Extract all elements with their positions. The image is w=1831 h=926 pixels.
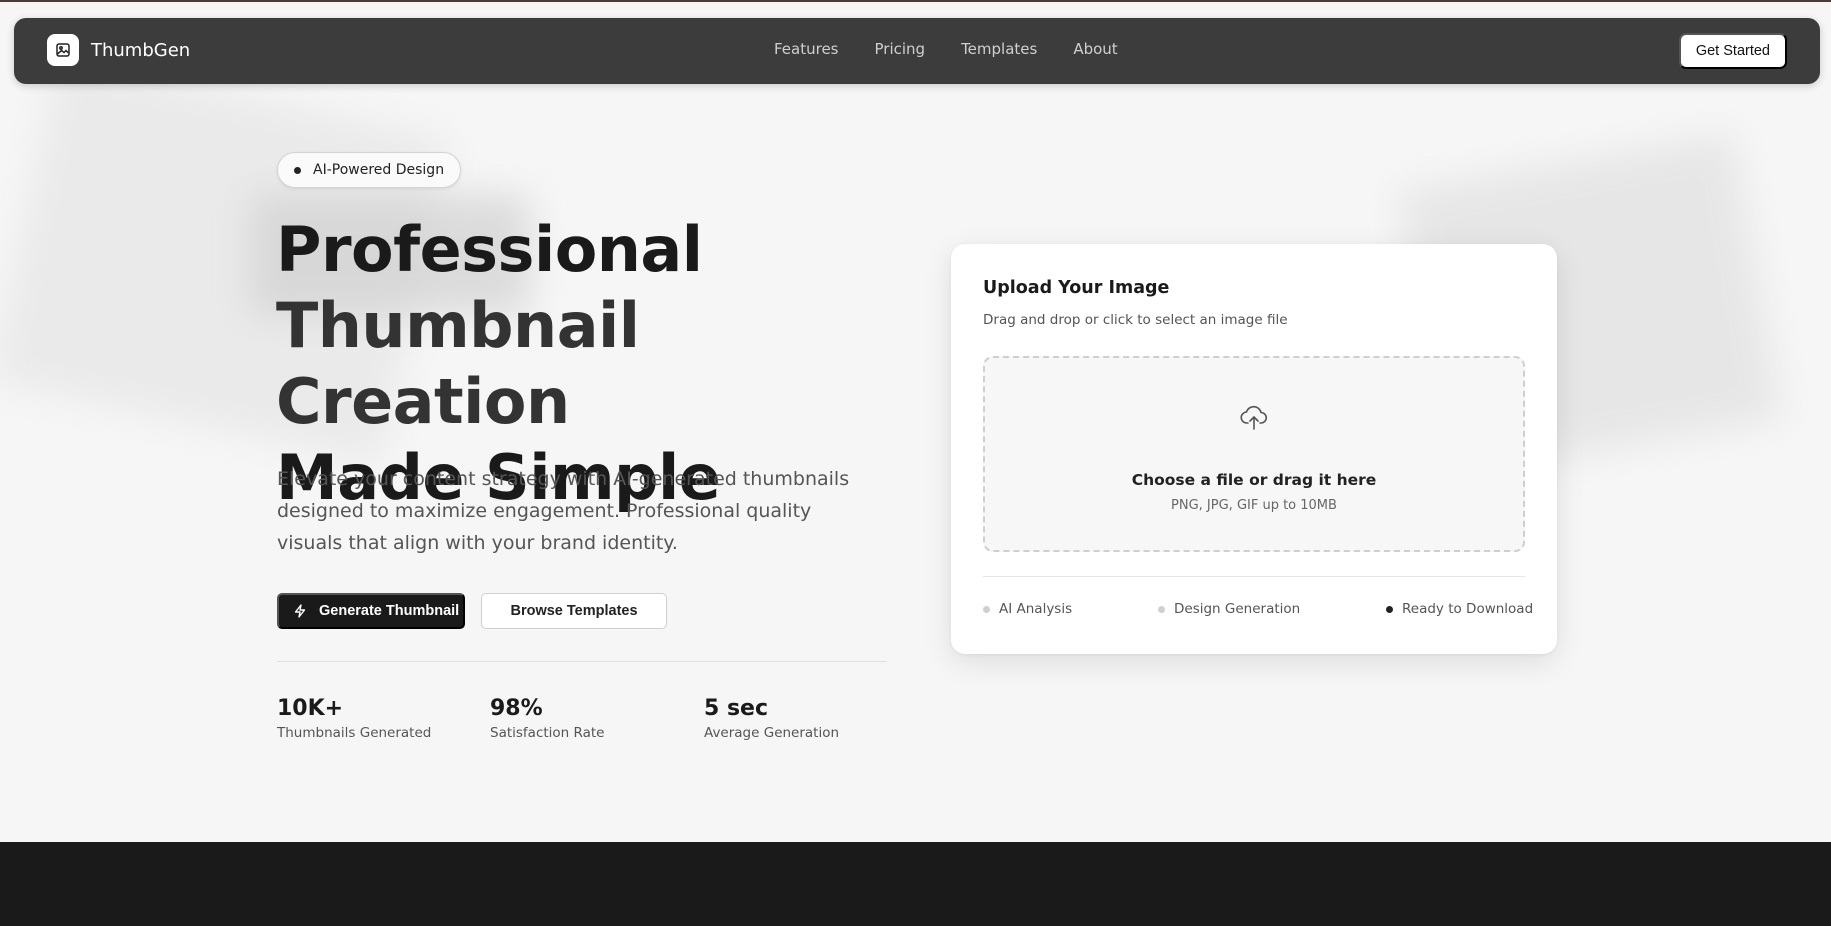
badge-dot [294,166,301,174]
cloud-upload-icon [1239,402,1269,436]
stat-label: Satisfaction Rate [490,725,605,741]
get-started-button[interactable]: Get Started [1678,33,1787,69]
image-icon [47,34,79,66]
stat-value: 5 sec [704,696,769,721]
navbar: ThumbGen Features Pricing Templates Abou… [14,18,1820,84]
upload-card-subtitle: Drag and drop or click to select an imag… [983,312,1288,328]
hero-title-line-1: Professional [276,213,703,286]
generate-thumbnail-label: Generate Thumbnail [319,603,460,619]
hero-title-line-2: Thumbnail Creation [276,289,640,438]
step-status-dot [1158,605,1165,613]
stat-generation-time: 5 sec Average Generation [704,694,839,741]
browse-templates-button[interactable]: Browse Templates [481,593,667,629]
file-dropzone[interactable]: Choose a file or drag it here PNG, JPG, … [983,356,1525,552]
dropzone-title: Choose a file or drag it here [1131,471,1377,489]
upload-card-title: Upload Your Image [983,278,1170,298]
step-label: Ready to Download [1402,601,1534,617]
top-accent-line [0,0,1831,2]
nav-link-templates[interactable]: Templates [961,40,1037,58]
step-ready-to-download: Ready to Download [1386,601,1533,617]
stat-label: Average Generation [704,725,840,741]
nav-link-pricing[interactable]: Pricing [875,40,926,58]
stat-label: Thumbnails Generated [277,725,432,741]
stat-satisfaction: 98% Satisfaction Rate [490,694,604,741]
step-label: Design Generation [1174,601,1301,617]
divider [983,576,1525,577]
nav-link-about[interactable]: About [1073,40,1117,58]
nav-link-features[interactable]: Features [774,40,839,58]
hero-description: Elevate your content strategy with AI-ge… [277,468,850,554]
step-label: AI Analysis [999,601,1073,617]
badge-label: AI-Powered Design [313,162,445,178]
divider [277,661,887,662]
step-ai-analysis: AI Analysis [983,601,1072,617]
upload-card: Upload Your Image Drag and drop or click… [951,244,1557,654]
logo[interactable]: ThumbGen [47,34,190,66]
footer-section [0,842,1831,926]
step-design-generation: Design Generation [1158,601,1300,617]
stat-thumbnails: 10K+ Thumbnails Generated [277,694,431,741]
bolt-icon [293,604,307,618]
logo-text: ThumbGen [91,39,191,61]
ai-badge: AI-Powered Design [277,152,462,188]
step-status-dot [1386,605,1393,613]
step-status-dot [983,605,990,613]
dropzone-hint: PNG, JPG, GIF up to 10MB [1171,498,1337,513]
nav-links: Features Pricing Templates About [774,40,1154,58]
generate-thumbnail-button[interactable]: Generate Thumbnail [277,593,465,629]
stat-value: 10K+ [277,696,344,721]
stat-value: 98% [490,696,543,721]
